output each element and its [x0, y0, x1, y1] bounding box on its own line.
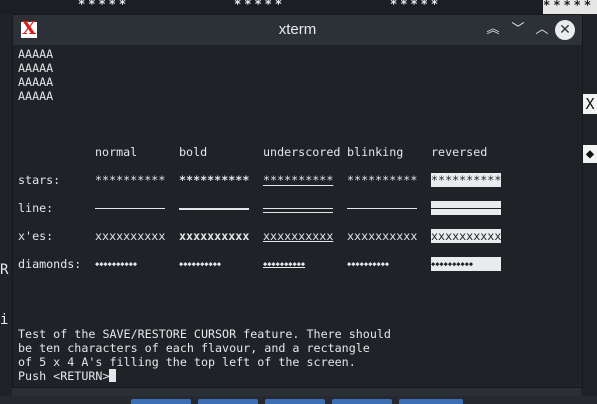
a-rectangle-row: AAAAA — [18, 61, 54, 75]
background-window-right — [581, 14, 597, 400]
row-label-stars: stars: — [18, 173, 61, 187]
taskbar-button[interactable] — [198, 399, 258, 404]
row-label-xes: x'es: — [18, 229, 54, 243]
background-glyph: R — [0, 262, 9, 278]
taskbar-button[interactable] — [265, 399, 325, 404]
diamonds-bold: ◆◆◆◆◆◆◆◆◆◆ — [179, 260, 222, 268]
a-rectangle-row: AAAAA — [18, 47, 54, 61]
header-reversed: reversed — [431, 145, 488, 159]
background-stars-reversed: ***** — [543, 0, 597, 14]
background-diamond-glyph: ◆ — [583, 145, 597, 163]
text-cursor — [109, 369, 117, 382]
line-normal — [95, 208, 165, 209]
background-stars: ***** — [234, 0, 286, 11]
xterm-window[interactable]: X xterm ︽ ﹀ ︿ ✕ AAAAA AAAAA AAAAA AAAAA … — [12, 14, 583, 388]
maximize-icon[interactable]: ︿ — [532, 20, 552, 40]
line-underscore-mark — [263, 212, 333, 213]
background-glyph: i — [0, 312, 9, 328]
stars-blinking: ********** — [347, 173, 418, 187]
xes-reversed: xxxxxxxxxx — [431, 229, 502, 243]
diamonds-underscored: ◆◆◆◆◆◆◆◆◆◆ — [263, 260, 306, 268]
a-rectangle-row: AAAAA — [18, 89, 54, 103]
line-underscored — [263, 208, 333, 209]
background-window-left — [0, 14, 12, 400]
close-icon[interactable]: ✕ — [555, 20, 575, 40]
background-stars: ***** — [390, 0, 442, 11]
message-line: Test of the SAVE/RESTORE CURSOR feature.… — [18, 327, 391, 341]
message-line: be ten characters of each flavour, and a… — [18, 341, 370, 355]
message-line: of 5 x 4 A's filling the top left of the… — [18, 355, 356, 369]
background-stars: ***** — [78, 0, 130, 11]
header-blinking: blinking — [347, 145, 404, 159]
line-bold — [179, 208, 249, 210]
taskbar-button[interactable] — [131, 399, 191, 404]
xes-underscored: xxxxxxxxxx — [263, 229, 334, 243]
shade-icon[interactable]: ︽ — [483, 20, 503, 40]
stars-underscored: ********** — [263, 173, 334, 187]
header-bold: bold — [179, 145, 208, 159]
prompt-text: Push <RETURN> — [18, 369, 110, 383]
line-reversed-mark — [431, 208, 501, 209]
taskbar-button[interactable] — [399, 399, 463, 404]
line-blinking — [347, 208, 417, 209]
stars-normal: ********** — [95, 173, 166, 187]
diamonds-blinking: ◆◆◆◆◆◆◆◆◆◆ — [347, 260, 390, 268]
xes-normal: xxxxxxxxxx — [95, 229, 166, 243]
prompt-line[interactable]: Push <RETURN> — [18, 369, 117, 383]
title-bar[interactable]: X xterm ︽ ﹀ ︿ ✕ — [13, 15, 582, 45]
minimize-icon[interactable]: ﹀ — [508, 20, 528, 40]
a-rectangle-row: AAAAA — [18, 75, 54, 89]
diamonds-normal: ◆◆◆◆◆◆◆◆◆◆ — [95, 260, 138, 268]
xes-bold: xxxxxxxxxx — [179, 229, 250, 243]
row-label-diamonds: diamonds: — [18, 257, 82, 271]
taskbar-button[interactable] — [332, 399, 392, 404]
stars-reversed: ********** — [431, 173, 502, 187]
stars-bold: ********** — [179, 173, 250, 187]
xes-blinking: xxxxxxxxxx — [347, 229, 418, 243]
row-label-line: line: — [18, 201, 54, 215]
diamonds-reversed: ◆◆◆◆◆◆◆◆◆◆ — [431, 257, 501, 271]
header-normal: normal — [95, 145, 138, 159]
background-x-glyph: X — [583, 94, 597, 114]
terminal-area[interactable]: AAAAA AAAAA AAAAA AAAAA normal bold unde… — [18, 47, 578, 385]
header-underscored: underscored — [263, 145, 341, 159]
